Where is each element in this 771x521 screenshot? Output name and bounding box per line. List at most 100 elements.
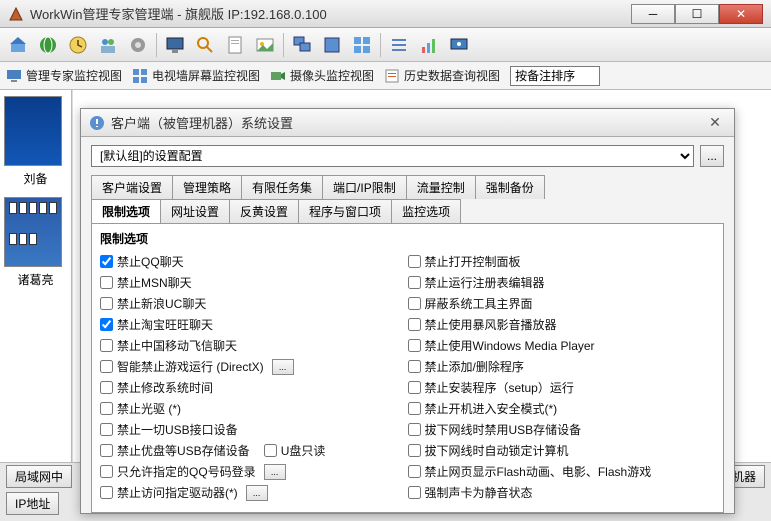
toolbar-btn-search[interactable] bbox=[193, 33, 217, 57]
option-label: 禁止使用Windows Media Player bbox=[425, 337, 595, 354]
toolbar-btn-doc[interactable] bbox=[223, 33, 247, 57]
close-button[interactable]: ✕ bbox=[719, 4, 763, 24]
option-label: 禁止淘宝旺旺聊天 bbox=[117, 316, 213, 333]
checkbox-left-10[interactable] bbox=[100, 465, 113, 478]
option-label: 禁止修改系统时间 bbox=[117, 379, 213, 396]
checkbox-right-4[interactable] bbox=[408, 339, 421, 352]
checkbox-right-3[interactable] bbox=[408, 318, 421, 331]
option-label: 禁止中国移动飞信聊天 bbox=[117, 337, 237, 354]
left-option-10: 只允许指定的QQ号码登录... bbox=[100, 461, 408, 482]
option-label: 智能禁止游戏运行 (DirectX) bbox=[117, 358, 264, 375]
dialog-close-button[interactable]: ✕ bbox=[704, 114, 726, 132]
client-thumb-2[interactable] bbox=[4, 197, 62, 267]
tab-program-window[interactable]: 程序与窗口项 bbox=[298, 199, 392, 223]
toolbar-btn-clock[interactable] bbox=[66, 33, 90, 57]
checkbox-right-11[interactable] bbox=[408, 486, 421, 499]
checkbox-right-1[interactable] bbox=[408, 276, 421, 289]
btn-lan[interactable]: 局域网中 bbox=[6, 465, 72, 488]
sub-checkbox[interactable] bbox=[264, 444, 277, 457]
dialog-icon bbox=[89, 115, 105, 131]
checkbox-left-0[interactable] bbox=[100, 255, 113, 268]
right-option-4: 禁止使用Windows Media Player bbox=[408, 335, 716, 356]
view-monitor[interactable]: 管理专家监控视图 bbox=[6, 67, 122, 84]
checkbox-right-10[interactable] bbox=[408, 465, 421, 478]
tab-management-policy[interactable]: 管理策略 bbox=[172, 175, 242, 199]
right-option-0: 禁止打开控制面板 bbox=[408, 251, 716, 272]
right-option-8: 拔下网线时禁用USB存储设备 bbox=[408, 419, 716, 440]
option-label: 禁止使用暴风影音播放器 bbox=[425, 316, 557, 333]
tab-limited-tasks[interactable]: 有限任务集 bbox=[241, 175, 323, 199]
tab-monitor-options[interactable]: 监控选项 bbox=[391, 199, 461, 223]
left-option-5: 智能禁止游戏运行 (DirectX)... bbox=[100, 356, 408, 377]
minimize-button[interactable]: ─ bbox=[631, 4, 675, 24]
option-label: 禁止网页显示Flash动画、电影、Flash游戏 bbox=[425, 463, 652, 480]
toolbar-btn-list[interactable] bbox=[387, 33, 411, 57]
checkbox-right-8[interactable] bbox=[408, 423, 421, 436]
checkbox-right-7[interactable] bbox=[408, 402, 421, 415]
tab-anti-porn[interactable]: 反黄设置 bbox=[229, 199, 299, 223]
option-label: 禁止添加/删除程序 bbox=[425, 358, 524, 375]
toolbar-btn-gear[interactable] bbox=[126, 33, 150, 57]
config-browse-button[interactable]: ... bbox=[700, 145, 724, 167]
option-label: 禁止一切USB接口设备 bbox=[117, 421, 238, 438]
view-history-label: 历史数据查询视图 bbox=[404, 67, 500, 84]
option-config-button[interactable]: ... bbox=[272, 359, 294, 375]
checkbox-left-2[interactable] bbox=[100, 297, 113, 310]
checkbox-right-2[interactable] bbox=[408, 297, 421, 310]
right-option-11: 强制声卡为静音状态 bbox=[408, 482, 716, 503]
tab-port-ip-limit[interactable]: 端口/IP限制 bbox=[322, 175, 407, 199]
checkbox-left-9[interactable] bbox=[100, 444, 113, 457]
toolbar-btn-remote[interactable] bbox=[447, 33, 471, 57]
tab-force-backup[interactable]: 强制备份 bbox=[475, 175, 545, 199]
toolbar-btn-chart[interactable] bbox=[417, 33, 441, 57]
checkbox-left-6[interactable] bbox=[100, 381, 113, 394]
option-label: 屏蔽系统工具主界面 bbox=[425, 295, 533, 312]
option-label: 禁止光驱 (*) bbox=[117, 400, 181, 417]
monitor-icon bbox=[6, 68, 22, 84]
checkbox-left-5[interactable] bbox=[100, 360, 113, 373]
checkbox-left-4[interactable] bbox=[100, 339, 113, 352]
sort-select[interactable] bbox=[510, 66, 600, 86]
checkbox-right-6[interactable] bbox=[408, 381, 421, 394]
toolbar-btn-globe[interactable] bbox=[36, 33, 60, 57]
left-option-7: 禁止光驱 (*) bbox=[100, 398, 408, 419]
checkbox-right-0[interactable] bbox=[408, 255, 421, 268]
checkbox-left-11[interactable] bbox=[100, 486, 113, 499]
left-option-4: 禁止中国移动飞信聊天 bbox=[100, 335, 408, 356]
toolbar-btn-window2[interactable] bbox=[320, 33, 344, 57]
left-option-3: 禁止淘宝旺旺聊天 bbox=[100, 314, 408, 335]
checkbox-left-7[interactable] bbox=[100, 402, 113, 415]
client-thumbnails-pane: 刘备 诸葛亮 bbox=[0, 90, 72, 516]
toolbar-btn-grid[interactable] bbox=[350, 33, 374, 57]
view-tvwall[interactable]: 电视墙屏幕监控视图 bbox=[132, 67, 260, 84]
option-config-button[interactable]: ... bbox=[246, 485, 268, 501]
toolbar-btn-users[interactable] bbox=[96, 33, 120, 57]
checkbox-right-9[interactable] bbox=[408, 444, 421, 457]
toolbar-btn-windows[interactable] bbox=[290, 33, 314, 57]
tab-restriction-options[interactable]: 限制选项 bbox=[91, 199, 161, 223]
checkbox-left-8[interactable] bbox=[100, 423, 113, 436]
checkbox-right-5[interactable] bbox=[408, 360, 421, 373]
view-history[interactable]: 历史数据查询视图 bbox=[384, 67, 500, 84]
tab-client-settings[interactable]: 客户端设置 bbox=[91, 175, 173, 199]
toolbar-btn-monitor[interactable] bbox=[163, 33, 187, 57]
option-config-button[interactable]: ... bbox=[264, 464, 286, 480]
checkbox-left-1[interactable] bbox=[100, 276, 113, 289]
checkbox-left-3[interactable] bbox=[100, 318, 113, 331]
group-title: 限制选项 bbox=[100, 230, 715, 247]
btn-ip[interactable]: IP地址 bbox=[6, 492, 59, 515]
config-group-select[interactable]: [默认组]的设置配置 bbox=[91, 145, 694, 167]
tab-url-settings[interactable]: 网址设置 bbox=[160, 199, 230, 223]
maximize-button[interactable]: ☐ bbox=[675, 4, 719, 24]
restriction-panel: 限制选项 禁止QQ聊天禁止MSN聊天禁止新浪UC聊天禁止淘宝旺旺聊天禁止中国移动… bbox=[91, 223, 724, 513]
toolbar-btn-image[interactable] bbox=[253, 33, 277, 57]
tabs-row-2: 限制选项 网址设置 反黄设置 程序与窗口项 监控选项 bbox=[91, 199, 724, 223]
tab-traffic-control[interactable]: 流量控制 bbox=[406, 175, 476, 199]
toolbar-btn-home[interactable] bbox=[6, 33, 30, 57]
view-camera[interactable]: 摄像头监控视图 bbox=[270, 67, 374, 84]
main-toolbar bbox=[0, 28, 771, 62]
client-thumb-1[interactable] bbox=[4, 96, 62, 166]
option-label: 禁止安装程序（setup）运行 bbox=[425, 379, 574, 396]
right-option-7: 禁止开机进入安全模式(*) bbox=[408, 398, 716, 419]
option-label: 禁止优盘等USB存储设备 bbox=[117, 442, 250, 459]
